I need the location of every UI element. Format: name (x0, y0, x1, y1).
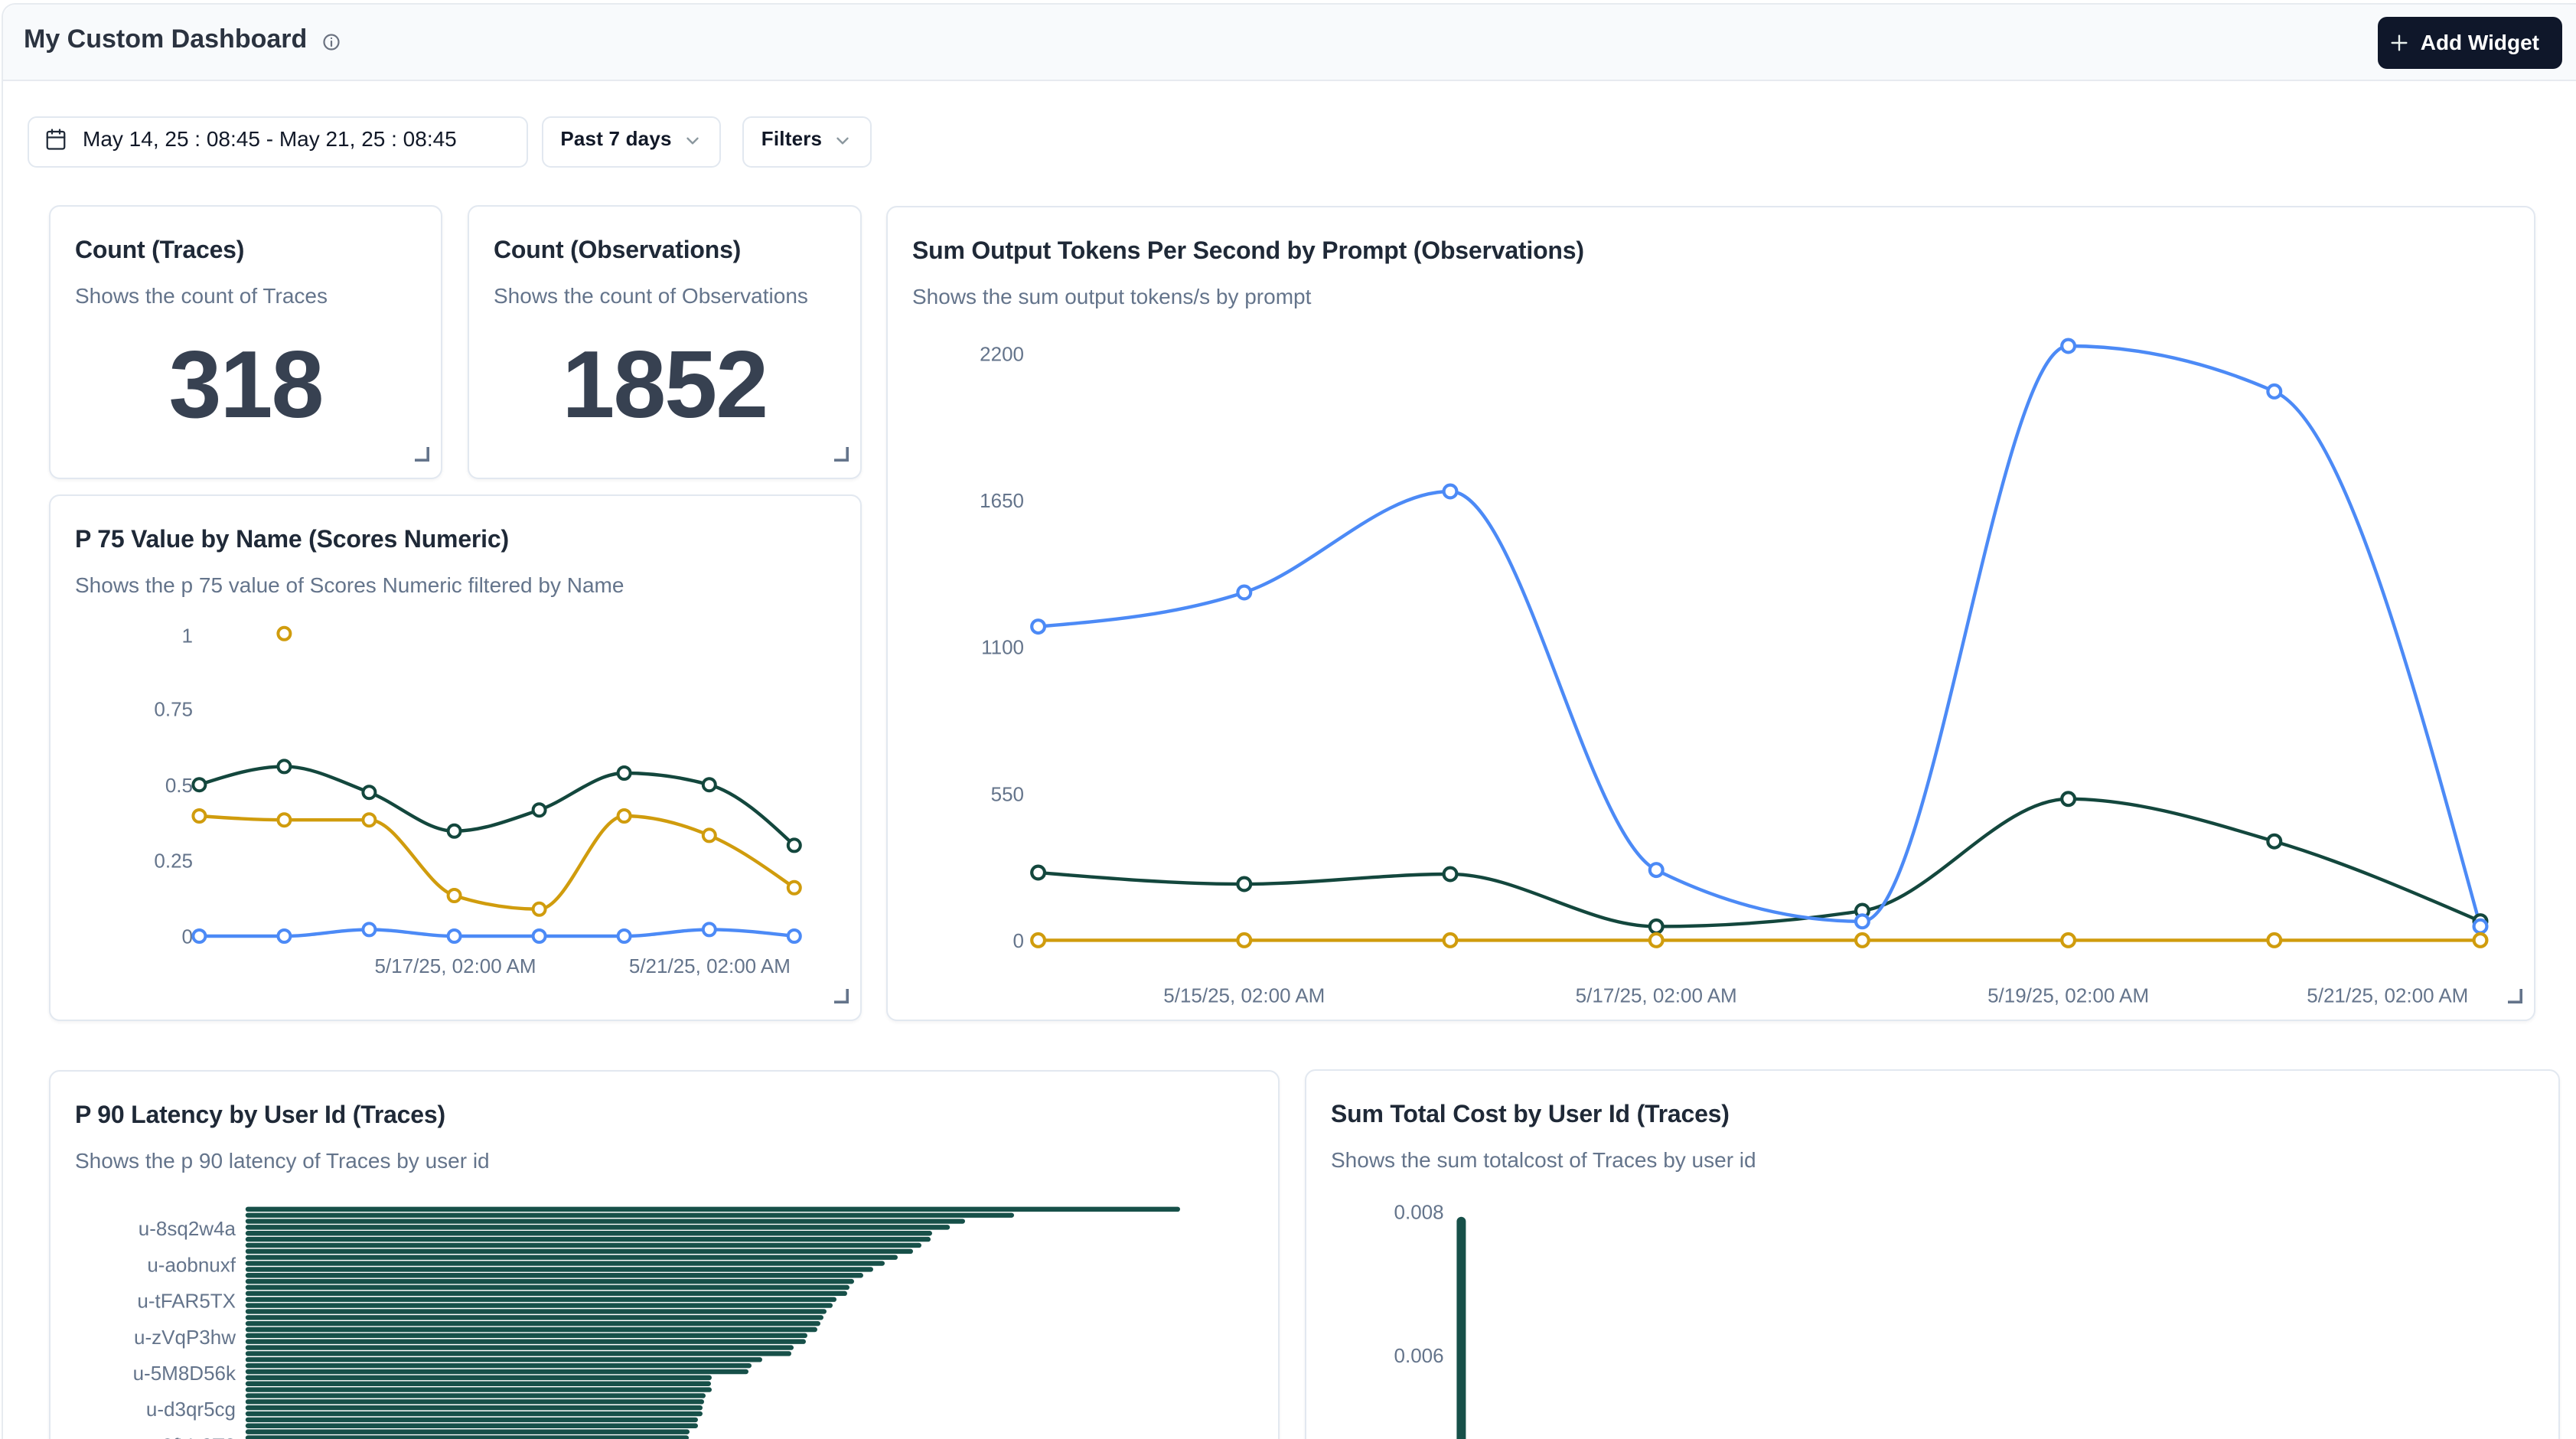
svg-text:u-d3qr5cg: u-d3qr5cg (146, 1398, 236, 1421)
svg-text:0.006: 0.006 (1394, 1344, 1444, 1367)
svg-text:0.25: 0.25 (154, 850, 193, 873)
svg-text:0: 0 (1013, 929, 1024, 952)
svg-text:u-8fVa9T3: u-8fVa9T3 (145, 1434, 236, 1439)
svg-text:1: 1 (182, 625, 193, 648)
svg-text:u-aobnuxf: u-aobnuxf (147, 1253, 236, 1276)
svg-text:550: 550 (991, 782, 1024, 805)
svg-text:5/21/25, 02:00 AM: 5/21/25, 02:00 AM (2307, 984, 2468, 1007)
svg-text:5/17/25, 02:00 AM: 5/17/25, 02:00 AM (374, 954, 536, 977)
svg-text:5/21/25, 02:00 AM: 5/21/25, 02:00 AM (629, 954, 791, 977)
svg-text:5/17/25, 02:00 AM: 5/17/25, 02:00 AM (1576, 984, 1737, 1007)
svg-text:5/19/25, 02:00 AM: 5/19/25, 02:00 AM (1987, 984, 2149, 1007)
svg-text:5/15/25, 02:00 AM: 5/15/25, 02:00 AM (1163, 984, 1325, 1007)
svg-text:0.75: 0.75 (154, 698, 193, 721)
svg-text:u-zVqP3hw: u-zVqP3hw (134, 1326, 236, 1349)
svg-text:0.008: 0.008 (1394, 1201, 1444, 1224)
svg-text:2200: 2200 (980, 342, 1024, 365)
svg-text:0.5: 0.5 (165, 774, 193, 797)
svg-text:1100: 1100 (981, 636, 1024, 659)
svg-text:u-5M8D56k: u-5M8D56k (133, 1362, 236, 1385)
svg-text:u-8sq2w4a: u-8sq2w4a (139, 1217, 236, 1240)
svg-text:0: 0 (182, 925, 193, 948)
svg-text:1650: 1650 (980, 489, 1024, 512)
svg-text:u-tFAR5TX: u-tFAR5TX (137, 1290, 236, 1313)
